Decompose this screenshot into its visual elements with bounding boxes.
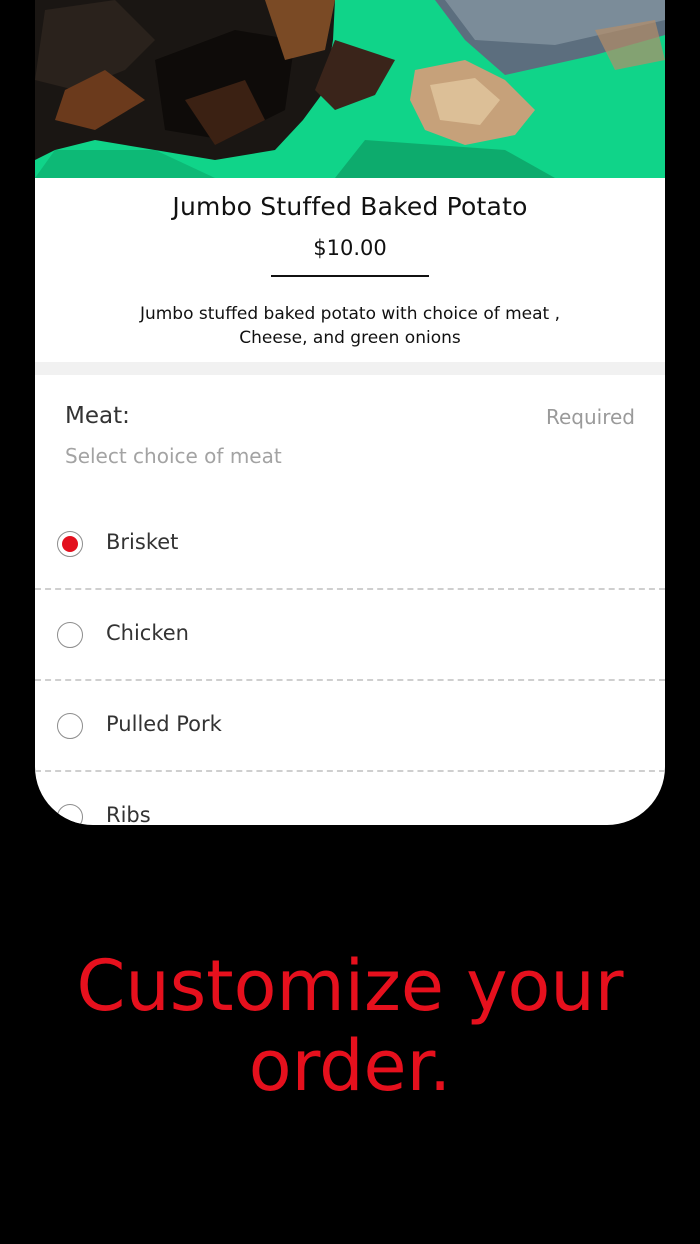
product-photo xyxy=(35,0,665,178)
product-info: Jumbo Stuffed Baked Potato $10.00 Jumbo … xyxy=(35,178,665,362)
option-label: Brisket xyxy=(106,530,179,554)
option-chicken[interactable]: Chicken xyxy=(35,590,665,681)
option-label: Chicken xyxy=(106,621,189,645)
radio-unselected-icon[interactable] xyxy=(57,804,83,825)
modifier-options-list: Brisket Chicken Pulled Pork Ribs xyxy=(35,499,665,825)
modifier-group-subtitle: Select choice of meat xyxy=(65,444,282,468)
option-label: Pulled Pork xyxy=(106,712,222,736)
price-divider xyxy=(271,275,429,277)
description-line: Jumbo stuffed baked potato with choice o… xyxy=(139,304,561,324)
option-ribs[interactable]: Ribs xyxy=(35,772,665,825)
radio-unselected-icon[interactable] xyxy=(57,713,83,739)
modifier-group-title: Meat: xyxy=(65,403,130,429)
tagline-line: order. xyxy=(248,1025,452,1107)
promo-tagline: Customize your order. xyxy=(0,946,700,1106)
radio-unselected-icon[interactable] xyxy=(57,622,83,648)
tagline-line: Customize your xyxy=(76,945,624,1027)
required-badge: Required xyxy=(545,405,635,429)
radio-selected-icon[interactable] xyxy=(57,531,83,557)
description-line: Cheese, and green onions xyxy=(239,328,461,348)
modifier-group-header: Meat: Required Select choice of meat xyxy=(35,375,665,485)
product-price: $10.00 xyxy=(313,236,387,260)
item-detail-card: Jumbo Stuffed Baked Potato $10.00 Jumbo … xyxy=(35,0,665,825)
option-label: Ribs xyxy=(106,803,151,825)
option-brisket[interactable]: Brisket xyxy=(35,499,665,590)
option-pulled-pork[interactable]: Pulled Pork xyxy=(35,681,665,772)
product-description: Jumbo stuffed baked potato with choice o… xyxy=(95,302,605,350)
section-divider xyxy=(35,362,665,375)
product-title: Jumbo Stuffed Baked Potato xyxy=(172,192,528,221)
